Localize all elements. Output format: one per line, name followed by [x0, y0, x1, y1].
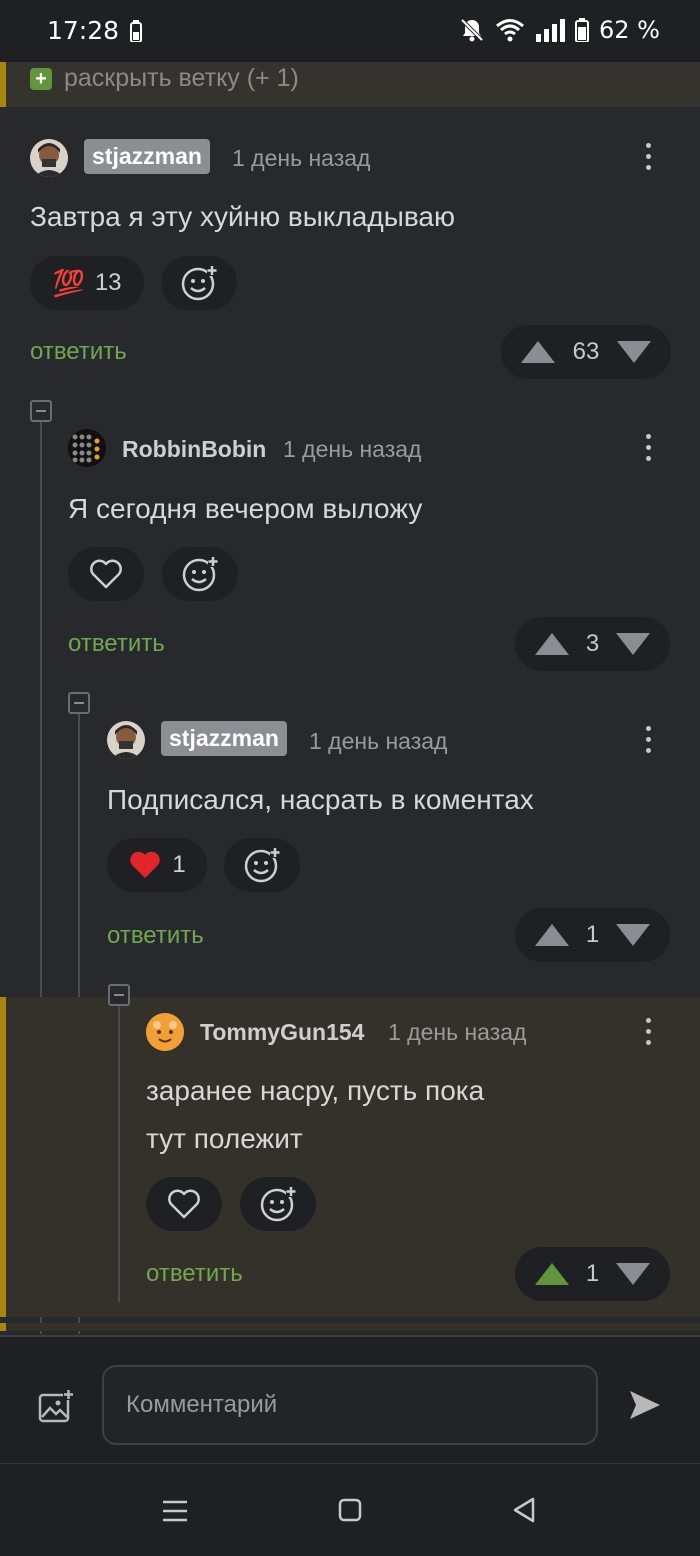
author-name[interactable]: stjazzman — [84, 139, 210, 174]
recent-apps-icon[interactable] — [163, 1500, 187, 1522]
comment-text-line: тут полежит — [146, 1123, 303, 1154]
reply-link[interactable]: ответить — [30, 338, 127, 366]
heart-outline-icon — [168, 1189, 200, 1219]
upvote-icon-active[interactable] — [535, 1263, 569, 1285]
more-options-icon[interactable] — [644, 143, 652, 173]
add-reaction-button[interactable] — [161, 256, 237, 310]
avatar-image — [68, 429, 106, 467]
mute-bell-icon — [460, 18, 484, 42]
avatar-image — [107, 721, 145, 759]
comment-text: заранее насру, пусть пока тут полежит — [146, 1067, 484, 1163]
add-emoji-icon — [260, 1186, 297, 1222]
author-name[interactable]: RobbinBobin — [122, 436, 266, 463]
author-name[interactable]: TommyGun154 — [200, 1019, 364, 1046]
rating-value: 1 — [585, 921, 600, 948]
reply-link[interactable]: ответить — [68, 630, 165, 658]
comment-input-bar — [0, 1335, 700, 1463]
rating-value: 3 — [585, 630, 600, 657]
comment-highlighted: TommyGun154 1 день назад заранее насру, … — [0, 984, 700, 1317]
highlight-bar — [0, 62, 6, 107]
upvote-icon[interactable] — [535, 633, 569, 655]
avatar[interactable] — [146, 1013, 184, 1051]
add-emoji-icon — [181, 265, 218, 301]
heart-icon — [130, 851, 161, 878]
comment-time: 1 день назад — [283, 436, 422, 462]
add-reaction-button[interactable] — [162, 547, 238, 601]
avatar[interactable] — [68, 429, 106, 467]
signal-icon — [536, 19, 566, 42]
highlight-strip — [0, 1323, 700, 1331]
comment-text: Я сегодня вечером выложу — [68, 493, 423, 524]
add-image-icon[interactable] — [38, 1389, 74, 1423]
comment-time: 1 день назад — [232, 145, 371, 171]
comment-text-line: заранее насру, пусть пока — [146, 1075, 485, 1106]
heart-outline-icon — [90, 559, 122, 589]
avatar[interactable] — [30, 139, 68, 177]
add-emoji-icon — [182, 556, 219, 592]
reply-link[interactable]: ответить — [107, 922, 204, 950]
downvote-icon[interactable] — [615, 1263, 650, 1285]
comment-field[interactable] — [102, 1365, 598, 1445]
comment-time: 1 день назад — [388, 1019, 527, 1045]
thread-line — [118, 1006, 120, 1302]
expand-branch-row[interactable]: + раскрыть ветку (+ 1) — [0, 62, 700, 107]
avatar-image — [146, 1013, 184, 1051]
rating-widget: 3 — [515, 617, 670, 671]
system-nav-bar — [0, 1463, 700, 1556]
author-name[interactable]: stjazzman — [161, 721, 287, 756]
upvote-icon[interactable] — [521, 341, 555, 363]
home-icon[interactable] — [338, 1498, 362, 1522]
comment-text: Подписался, насрать в коментах — [107, 784, 534, 815]
status-time: 17:28 — [47, 16, 120, 45]
reaction-count: 13 — [94, 269, 122, 296]
comment: stjazzman 1 день назад Завтра я эту хуйн… — [0, 107, 700, 390]
more-options-icon[interactable] — [644, 726, 652, 756]
battery-percent: 62 % — [599, 16, 660, 44]
rating-value: 63 — [572, 338, 600, 365]
hundred-points-icon: 💯 — [52, 267, 85, 298]
reply-link[interactable]: ответить — [146, 1260, 243, 1288]
rating-value: 1 — [585, 1260, 600, 1287]
downvote-icon[interactable] — [616, 341, 651, 363]
plus-icon: + — [30, 68, 52, 90]
more-options-icon[interactable] — [644, 434, 652, 464]
downvote-icon[interactable] — [615, 924, 650, 946]
expand-branch-label[interactable]: раскрыть ветку (+ 1) — [64, 64, 299, 93]
avatar[interactable] — [107, 721, 145, 759]
downvote-icon[interactable] — [615, 633, 650, 655]
comment-input[interactable] — [126, 1387, 566, 1423]
highlight-bar — [0, 997, 6, 1317]
collapse-thread-button[interactable] — [108, 984, 130, 1006]
send-icon[interactable] — [628, 1389, 662, 1421]
reaction-button[interactable]: 1 — [107, 838, 207, 892]
battery-icon — [575, 18, 590, 42]
comment: stjazzman 1 день назад Подписался, насра… — [0, 684, 700, 984]
wifi-icon — [496, 19, 524, 42]
add-reaction-button[interactable] — [224, 838, 300, 892]
like-button[interactable] — [68, 547, 144, 601]
add-reaction-button[interactable] — [240, 1177, 316, 1231]
comment-time: 1 день назад — [309, 728, 448, 754]
status-bar: 17:28 62 % — [0, 0, 700, 62]
reaction-button[interactable]: 💯 13 — [30, 256, 144, 310]
comment-text: Завтра я эту хуйню выкладываю — [30, 201, 455, 232]
rating-widget: 63 — [501, 325, 671, 379]
more-options-icon[interactable] — [644, 1018, 652, 1048]
add-emoji-icon — [244, 847, 281, 883]
rating-widget: 1 — [515, 908, 670, 962]
back-icon[interactable] — [512, 1497, 536, 1523]
comment: RobbinBobin 1 день назад Я сегодня вечер… — [0, 392, 700, 682]
reaction-count: 1 — [172, 851, 186, 878]
like-button[interactable] — [146, 1177, 222, 1231]
battery-icon — [130, 20, 142, 42]
upvote-icon[interactable] — [535, 924, 569, 946]
avatar-image — [30, 139, 68, 177]
rating-widget: 1 — [515, 1247, 670, 1301]
